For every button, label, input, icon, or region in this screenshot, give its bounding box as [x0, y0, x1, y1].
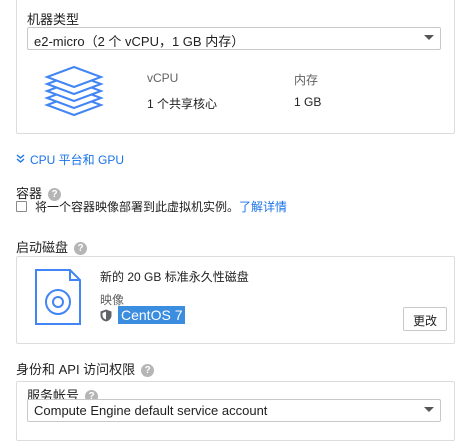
disk-file-icon: [35, 269, 81, 325]
image-row: CentOS 7: [100, 306, 186, 331]
cpu-platform-toggle[interactable]: CPU 平台和 GPU: [16, 151, 124, 168]
vcpu-value: 1 个共享核心: [147, 97, 218, 111]
disk-description: 新的 20 GB 标准永久性磁盘: [100, 270, 249, 284]
identity-card: 服务帐号? Compute Engine default service acc…: [16, 381, 455, 441]
identity-label: 身份和 API 访问权限: [16, 362, 136, 377]
cpu-platform-label: CPU 平台和 GPU: [30, 153, 125, 167]
boot-disk-label: 启动磁盘: [16, 240, 69, 255]
boot-disk-card: 新的 20 GB 标准永久性磁盘 映像 CentOS 7 更改: [16, 256, 455, 344]
machine-type-card: 机器类型 e2-micro（2 个 vCPU，1 GB 内存） vCPU 1 个…: [16, 0, 455, 134]
machine-type-value: e2-micro（2 个 vCPU，1 GB 内存）: [34, 34, 245, 49]
help-icon[interactable]: ?: [141, 364, 155, 378]
container-checkbox-row: 将一个容器映像部署到此虚拟机实例。了解详情: [16, 198, 287, 215]
learn-more-link[interactable]: 了解详情: [239, 200, 287, 214]
change-button[interactable]: 更改: [403, 307, 448, 331]
memory-value: 1 GB: [294, 95, 322, 109]
identity-section: 身份和 API 访问权限?: [16, 359, 155, 378]
shield-icon: [100, 309, 112, 322]
boot-disk-section: 启动磁盘?: [16, 237, 88, 256]
dropdown-caret-icon: [424, 407, 434, 412]
chevron-double-down-icon: [16, 153, 26, 167]
machine-type-label: 机器类型: [27, 12, 80, 27]
image-name: CentOS 7: [118, 306, 186, 324]
machine-type-select[interactable]: e2-micro（2 个 vCPU，1 GB 内存）: [27, 27, 441, 50]
memory-header: 内存: [294, 73, 319, 87]
service-account-value: Compute Engine default service account: [34, 403, 268, 418]
container-checkbox[interactable]: [16, 201, 27, 212]
container-checkbox-text: 将一个容器映像部署到此虚拟机实例。: [35, 200, 240, 214]
help-icon[interactable]: ?: [74, 242, 88, 256]
vcpu-header: vCPU: [147, 71, 179, 85]
service-account-select[interactable]: Compute Engine default service account: [27, 399, 441, 422]
dropdown-caret-icon: [424, 35, 434, 40]
stacked-layers-icon: [44, 65, 104, 117]
